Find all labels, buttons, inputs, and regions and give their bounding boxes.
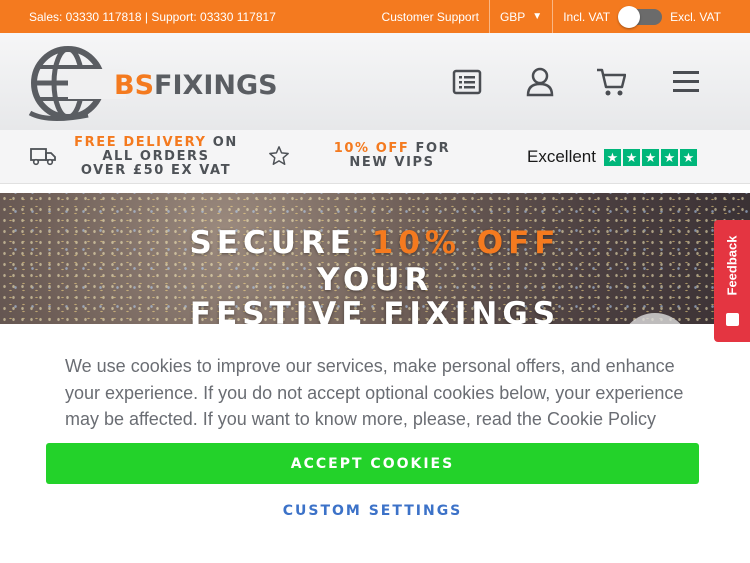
incl-vat-label: Incl. VAT (563, 9, 611, 24)
hero-line-3: FESTIVE FIXINGS (189, 296, 561, 324)
hero-line-1: SECURE 10% OFF (0, 225, 750, 261)
hero-line-2: YOUR (316, 262, 434, 298)
star-icon: ★ (603, 148, 621, 166)
toggle-knob (618, 5, 641, 28)
list-icon[interactable] (452, 67, 482, 97)
vip-highlight: 10% OFF (333, 141, 410, 156)
site-logo[interactable]: BSFIXINGS (28, 43, 278, 123)
hero-discount: 10% OFF (371, 225, 561, 261)
usp-bar: FREE DELIVERY ON ALL ORDERS OVER £50 EX … (0, 130, 750, 184)
logo-fixings: FIXINGS (154, 70, 278, 101)
cookie-consent-panel: We use cookies to improve our services, … (0, 324, 750, 563)
hero-banner[interactable]: SECURE 10% OFF YOUR FESTIVE FIXINGS (0, 193, 750, 324)
customer-support-link[interactable]: Customer Support (382, 0, 490, 33)
star-icon: ★ (641, 148, 659, 166)
feedback-tab[interactable]: Feedback (714, 220, 750, 342)
trustpilot-stars: ★ ★ ★ ★ ★ (603, 148, 697, 166)
delivery-highlight: FREE DELIVERY (74, 135, 207, 150)
menu-icon[interactable] (671, 67, 701, 97)
currency-label: GBP (499, 9, 526, 24)
vat-toggle[interactable] (618, 5, 663, 28)
top-bar-right: Customer Support GBP ▼ Incl. VAT Excl. V… (382, 0, 750, 33)
feedback-label: Feedback (724, 235, 740, 296)
cookie-message: We use cookies to improve our services, … (65, 356, 684, 429)
trustpilot-rating[interactable]: Excellent ★ ★ ★ ★ ★ (527, 147, 697, 167)
feedback-icon (726, 313, 739, 326)
currency-select[interactable]: GBP ▼ (490, 0, 554, 33)
free-delivery-usp: FREE DELIVERY ON ALL ORDERS OVER £50 EX … (62, 136, 250, 178)
rating-word: Excellent (527, 147, 596, 166)
star-icon: ★ (660, 148, 678, 166)
logo-bs: BS (114, 70, 155, 101)
star-icon: ★ (622, 148, 640, 166)
delivery-threshold: OVER £50 EX VAT (80, 163, 232, 178)
chevron-down-icon: ▼ (532, 11, 543, 22)
star-icon: ★ (679, 148, 697, 166)
site-header: BSFIXINGS (0, 33, 750, 130)
account-icon[interactable] (525, 67, 555, 97)
top-bar: Sales: 03330 117818 | Support: 03330 117… (0, 0, 750, 33)
contact-numbers[interactable]: Sales: 03330 117818 | Support: 03330 117… (29, 10, 276, 24)
logo-wordmark: BSFIXINGS (114, 70, 278, 101)
star-icon (269, 146, 289, 165)
cart-icon[interactable] (596, 67, 626, 97)
custom-settings-button[interactable]: CUSTOM SETTINGS (46, 503, 699, 519)
excl-vat-label: Excl. VAT (670, 9, 721, 24)
hero-secure: SECURE (189, 225, 372, 261)
vat-switch: Incl. VAT Excl. VAT (553, 0, 750, 33)
vip-discount-usp: 10% OFF FOR NEW VIPS (316, 142, 468, 170)
accept-cookies-button[interactable]: ACCEPT COOKIES (46, 443, 699, 484)
truck-icon (30, 148, 56, 166)
